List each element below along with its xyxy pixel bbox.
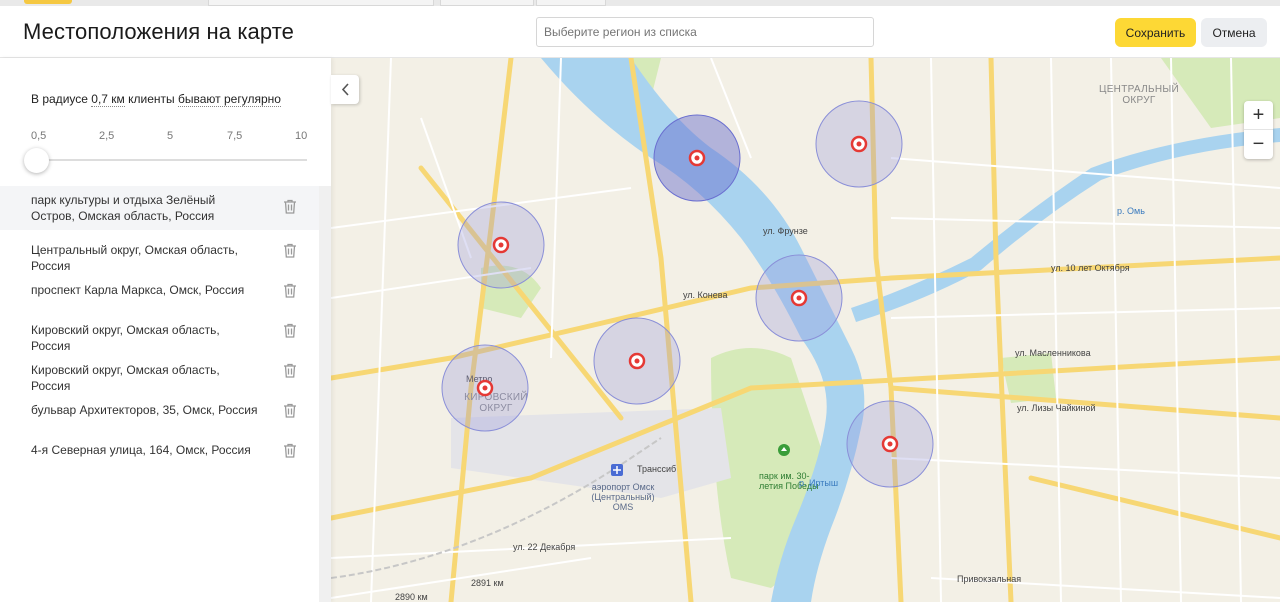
list-item[interactable]: бульвар Архитекторов, 35, Омск, Россия [0, 390, 319, 430]
locations-sidebar: В радиусе 0,7 км клиенты бывают регулярн… [0, 58, 331, 602]
trash-icon[interactable] [283, 443, 297, 458]
slider-tick: 7,5 [227, 130, 243, 142]
location-name: парк культуры и отдыха Зелёный Остров, О… [31, 193, 216, 223]
slider-tick: 2,5 [99, 130, 115, 142]
radius-middle: клиенты [128, 92, 175, 106]
trash-icon[interactable] [283, 363, 297, 378]
list-item[interactable]: 4-я Северная улица, 164, Омск, Россия [0, 430, 319, 470]
map-canvas[interactable]: ЦЕНТРАЛЬНЫЙ ОКРУГ КИРОВСКИЙ ОКРУГ аэропо… [331, 58, 1280, 602]
location-circle[interactable] [755, 254, 843, 342]
location-circle[interactable] [846, 400, 934, 488]
location-circles [441, 100, 934, 488]
location-list: парк культуры и отдыха Зелёный Остров, О… [0, 186, 319, 470]
location-circle[interactable] [441, 344, 529, 432]
trash-icon[interactable] [283, 199, 297, 214]
modal-header: Местоположения на карте Сохранить Отмена [0, 6, 1280, 58]
trash-icon[interactable] [283, 403, 297, 418]
location-circle[interactable] [457, 201, 545, 289]
radius-description: В радиусе 0,7 км клиенты бывают регулярн… [31, 92, 281, 107]
radius-value-link[interactable]: 0,7 км [91, 92, 125, 107]
list-item[interactable]: Кировский округ, Омская область, Россия [0, 310, 319, 353]
radius-prefix: В радиусе [31, 92, 88, 106]
slider-tick: 5 [167, 130, 174, 142]
slider-tick: 10 [295, 130, 308, 142]
collapse-sidebar-button[interactable] [331, 75, 359, 104]
list-item[interactable]: парк культуры и отдыха Зелёный Остров, О… [0, 186, 319, 230]
slider-tick: 0,5 [31, 130, 47, 142]
zoom-out-button[interactable]: − [1244, 130, 1273, 159]
background-accent [24, 0, 72, 4]
cancel-button[interactable]: Отмена [1201, 18, 1267, 47]
save-button[interactable]: Сохранить [1115, 18, 1196, 47]
zoom-control: + − [1244, 101, 1273, 159]
radius-slider-handle[interactable] [24, 148, 49, 173]
location-circle[interactable] [593, 317, 681, 405]
list-item[interactable]: Кировский округ, Омская область, Россия [0, 350, 319, 393]
chevron-left-icon [341, 83, 349, 96]
radius-slider-track[interactable] [36, 159, 307, 161]
location-name: проспект Карла Маркса, Омск, Россия [31, 283, 245, 297]
frequency-link[interactable]: бывают регулярно [178, 92, 281, 107]
zoom-in-button[interactable]: + [1244, 101, 1273, 130]
page-title: Местоположения на карте [23, 19, 294, 44]
slider-ticks: 0,5 2,5 5 7,5 10 [31, 130, 311, 144]
list-item[interactable]: Центральный округ, Омская область, Росси… [0, 230, 319, 273]
location-circle[interactable] [815, 100, 903, 188]
location-name: 4-я Северная улица, 164, Омск, Россия [31, 443, 251, 457]
trash-icon[interactable] [283, 283, 297, 298]
trash-icon[interactable] [283, 243, 297, 258]
location-circle[interactable] [653, 114, 741, 202]
list-item[interactable]: проспект Карла Маркса, Омск, Россия [0, 270, 319, 310]
region-select-input[interactable] [536, 17, 874, 47]
location-name: бульвар Архитекторов, 35, Омск, Россия [31, 403, 258, 417]
trash-icon[interactable] [283, 323, 297, 338]
sidebar-scrollbar[interactable] [319, 186, 331, 602]
